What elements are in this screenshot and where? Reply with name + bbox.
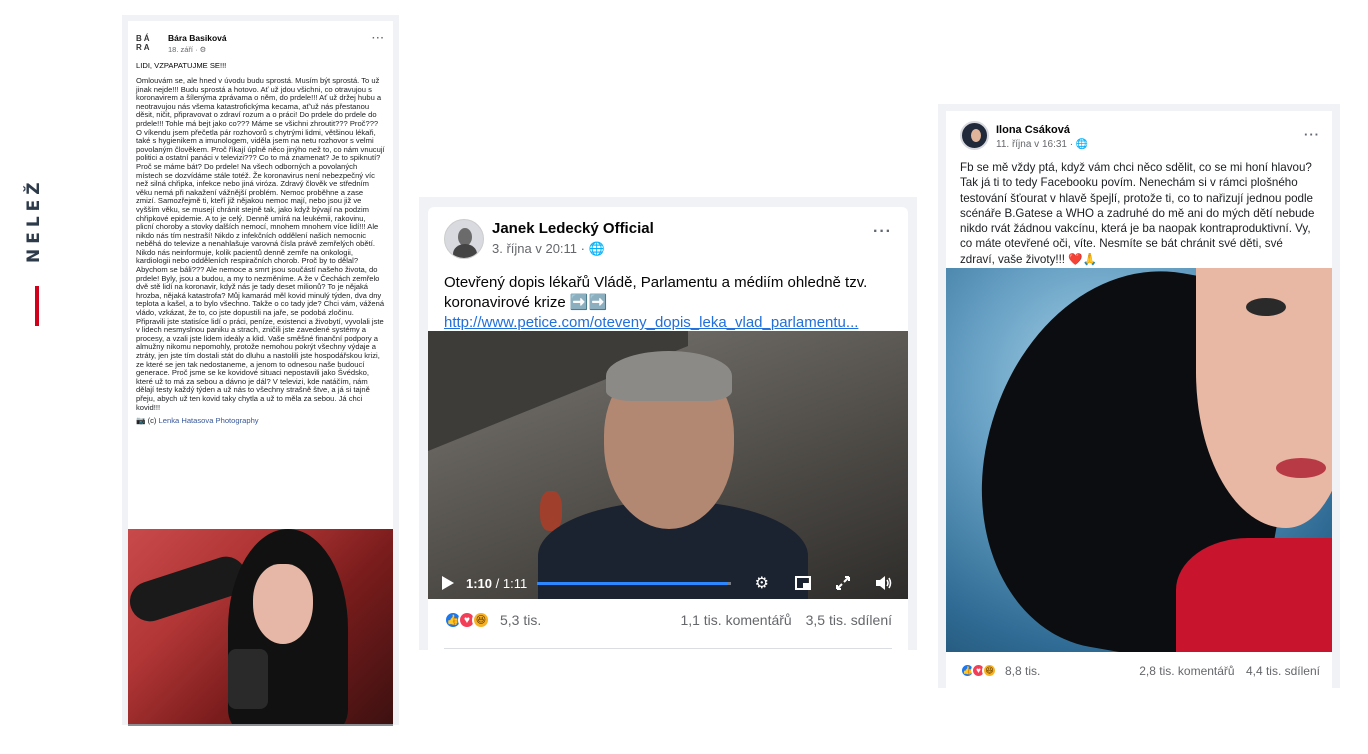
author-name[interactable]: Janek Ledecký Official [492,220,654,237]
post-date[interactable]: 11. října v 16:31 · 🌐 [996,139,1088,150]
post-photo[interactable] [946,268,1332,652]
author-name[interactable]: Bára Basiková [168,33,227,43]
divider [444,648,892,649]
more-options-icon[interactable]: ··· [873,223,892,241]
reaction-count[interactable]: 5,3 tis. [500,612,541,628]
side-label: NELEŽ [24,170,50,330]
petition-link[interactable]: http://www.petice.com/oteveny_dopis_leka… [428,313,908,333]
post-photo[interactable] [128,529,393,726]
post-ilona: Ilona Csáková 11. října v 16:31 · 🌐 ··· … [938,104,1340,688]
avatar[interactable] [960,121,989,150]
post-date[interactable]: 3. října v 20:11 · 🌐 [492,241,654,257]
post-title: LIDI, VZPAPATUJME SE!!! [136,61,227,70]
side-label-text: NELEŽ [24,177,44,263]
volume-icon[interactable] [874,574,894,592]
picture-in-picture-icon[interactable] [793,574,813,592]
settings-gear-icon[interactable]: ⚙ [752,574,772,592]
play-icon[interactable] [442,576,454,590]
post-text: Fb se mě vždy ptá, když vám chci něco sd… [960,161,1315,266]
post-ilona-card: Ilona Csáková 11. října v 16:31 · 🌐 ··· … [946,111,1332,688]
post-bara: BÁ RA Bára Basiková 18. září · ⚙ ··· LID… [122,15,399,726]
haha-reaction-icon[interactable]: 😆 [472,611,490,629]
avatar-body [453,244,477,258]
share-count[interactable]: 4,4 tis. sdílení [1246,664,1320,678]
post-body: Omlouvám se, ale hned v úvodu budu spros… [136,76,385,412]
video-progress-track[interactable] [537,581,731,585]
video-controls: 1:10 / 1:11 ⚙ [428,567,908,599]
video-current-time: 1:10 [466,575,493,591]
post-header: BÁ RA Bára Basiková 18. září · ⚙ ··· [128,21,393,55]
post-header: Ilona Csáková 11. října v 16:31 · 🌐 ··· [946,111,1332,150]
post-stats: 👍 ♥ 😆 8,8 tis. 2,8 tis. komentářů 4,4 ti… [960,663,1320,678]
video-guitar [540,491,562,531]
photo-scrollbar [128,724,393,726]
avatar-face [971,129,981,142]
share-count[interactable]: 3,5 tis. sdílení [806,612,892,628]
post-text: Otevřený dopis lékařů Vládě, Parlamentu … [444,274,868,311]
photo-lips [1276,458,1326,478]
comment-count[interactable]: 1,1 tis. komentářů [680,612,791,628]
side-label-bar [35,286,39,326]
author-name[interactable]: Ilona Csáková [996,124,1088,136]
credit-link[interactable]: Lenka Hatasova Photography [159,416,259,425]
post-header: Janek Ledecký Official 3. října v 20:11 … [428,207,908,259]
comment-count[interactable]: 2,8 tis. komentářů [1139,664,1234,678]
video-progress-fill [537,581,729,585]
post-bara-card: BÁ RA Bára Basiková 18. září · ⚙ ··· LID… [128,21,393,726]
video-player[interactable]: 1:10 / 1:11 ⚙ [428,331,908,599]
photo-dress [1176,538,1332,652]
post-stats: 👍 ♥ 😆 5,3 tis. 1,1 tis. komentářů 3,5 ti… [444,611,892,629]
photo-eye [1246,298,1286,316]
fullscreen-icon[interactable] [833,574,853,592]
camera-credit-prefix: 📷 (c) [136,416,157,426]
video-hair [606,351,732,401]
avatar[interactable]: BÁ RA [136,31,158,55]
reaction-count[interactable]: 8,8 tis. [1005,664,1040,678]
post-janek-card: Janek Ledecký Official 3. října v 20:11 … [428,207,908,650]
photo-credit: 📷 (c) Lenka Hatasova Photography [128,412,393,425]
avatar[interactable] [444,219,484,259]
post-date[interactable]: 18. září · ⚙ [168,45,227,54]
haha-reaction-icon[interactable]: 😆 [982,663,997,678]
video-duration: / 1:11 [495,575,528,591]
photo-microphone [228,649,268,709]
photo-face [253,564,313,644]
more-options-icon[interactable]: ··· [1304,127,1320,142]
post-janek: Janek Ledecký Official 3. října v 20:11 … [419,197,917,650]
video-time: 1:10 / 1:11 [466,576,527,591]
more-options-icon[interactable]: ··· [372,33,385,44]
